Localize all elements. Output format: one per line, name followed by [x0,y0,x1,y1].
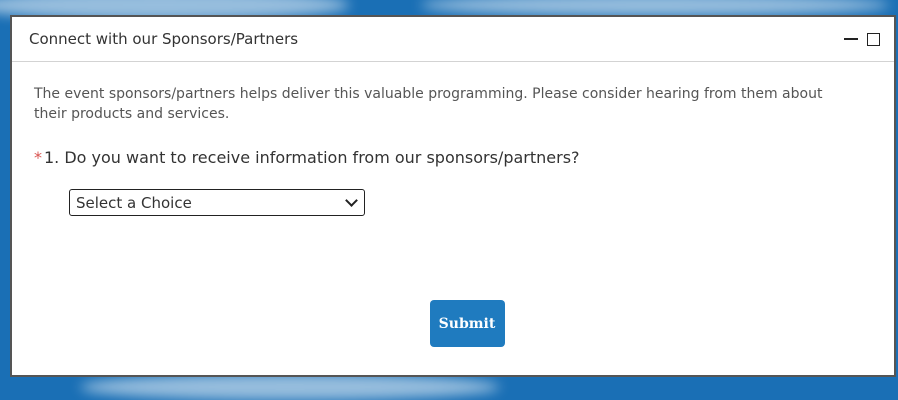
minimize-icon [844,38,858,40]
submit-container: Submit [12,300,894,347]
panel-body: The event sponsors/partners helps delive… [12,62,894,216]
minimize-button[interactable] [840,28,862,50]
chevron-down-icon [345,194,358,207]
select-value: Select a Choice [76,193,192,212]
intro-text: The event sponsors/partners helps delive… [34,86,823,122]
panel-title: Connect with our Sponsors/Partners [29,30,299,48]
maximize-icon [866,32,880,46]
choice-select[interactable]: Select a Choice [69,189,365,216]
question-label: * 1. Do you want to receive information f… [34,148,894,167]
panel-header: Connect with our Sponsors/Partners [12,17,894,62]
sponsors-panel: Connect with our Sponsors/Partners The e… [10,15,896,377]
background-streak [80,374,500,400]
question-text: 1. Do you want to receive information fr… [44,148,580,167]
background-streak [420,0,890,16]
required-marker: * [34,148,42,167]
submit-button[interactable]: Submit [429,300,505,347]
maximize-button[interactable] [862,28,884,50]
